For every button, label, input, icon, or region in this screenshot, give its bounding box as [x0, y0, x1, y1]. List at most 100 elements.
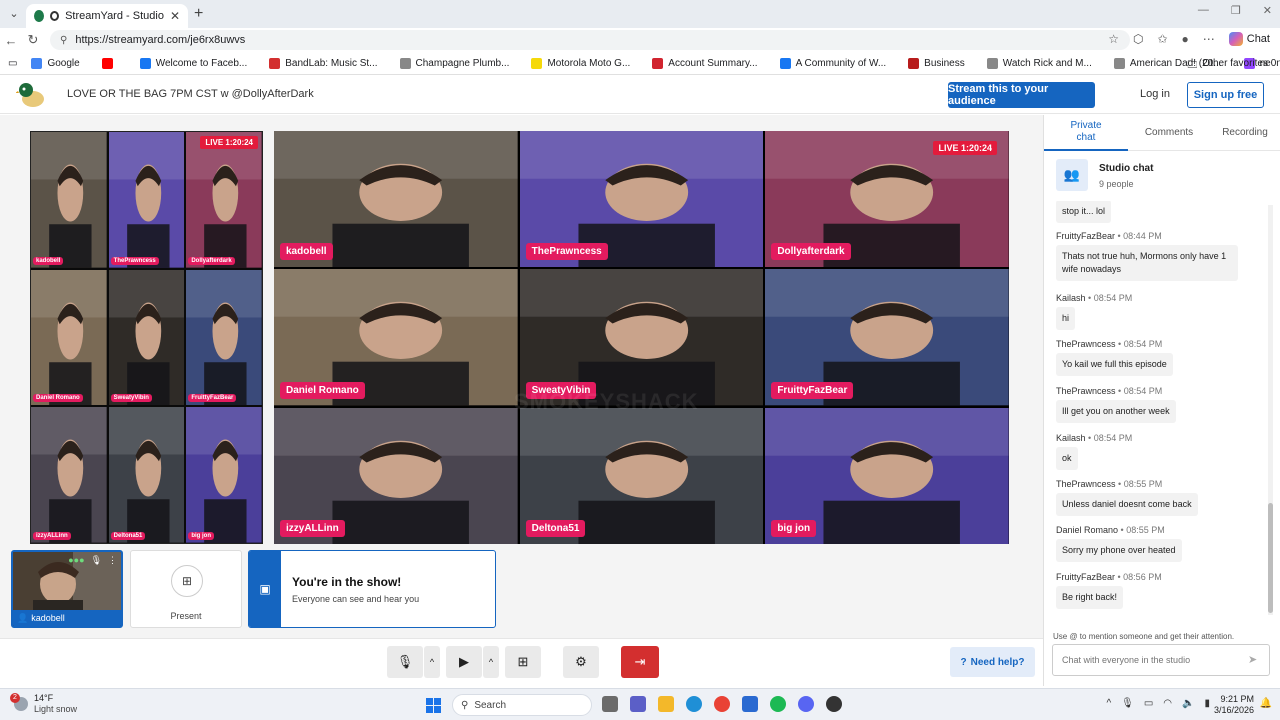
- stage-video-tile[interactable]: big jon: [765, 407, 1009, 544]
- favorites-icon[interactable]: ✩: [1157, 32, 1167, 46]
- mute-mic-button[interactable]: 🎙: [387, 646, 423, 678]
- layout-preview[interactable]: big jon Deltona51 izzyALLinn FruittyFazBear…: [30, 131, 263, 544]
- chat-messages: stop it... lol FruittyFazBear • 08:44 PM T…: [1044, 201, 1268, 621]
- close-tab-icon[interactable]: ✕: [170, 9, 180, 23]
- self-more-icon[interactable]: ⋮: [108, 555, 117, 566]
- stream-to-audience-button[interactable]: Stream this to your audience: [948, 82, 1095, 108]
- weather-widget[interactable]: 2 14°F Light snow: [10, 692, 77, 714]
- stage-video-tile[interactable]: FruittyFazBear: [765, 269, 1009, 406]
- login-link[interactable]: Log in: [1140, 88, 1170, 100]
- mini-video-tile[interactable]: Deltona51: [108, 407, 185, 543]
- chat-input[interactable]: [1052, 644, 1270, 676]
- minimize-icon[interactable]: —: [1198, 4, 1209, 17]
- bookmark-item[interactable]: Google: [31, 58, 80, 69]
- browser-tab[interactable]: StreamYard - Studio ✕: [26, 4, 188, 28]
- mini-video-tile[interactable]: Dollyafterdark: [186, 132, 262, 268]
- bookmark-item[interactable]: [101, 58, 118, 69]
- leave-studio-button[interactable]: ⇥: [621, 646, 659, 678]
- chrome-icon[interactable]: [714, 696, 730, 712]
- teams-icon[interactable]: [630, 696, 646, 712]
- app-icon[interactable]: [826, 696, 842, 712]
- file-explorer-icon[interactable]: [658, 696, 674, 712]
- taskbar-search[interactable]: ⚲ Search: [452, 694, 592, 716]
- stage-video-tile[interactable]: ThePrawncess: [519, 131, 764, 268]
- volume-icon[interactable]: 🔈: [1182, 698, 1194, 709]
- stage-video-tile[interactable]: Deltona51: [519, 407, 764, 544]
- mic-tray-icon[interactable]: 🎙: [1121, 698, 1134, 709]
- mini-video-tile[interactable]: big jon: [186, 407, 262, 543]
- present-button[interactable]: ⊞ Present: [130, 550, 242, 628]
- wifi-icon[interactable]: ◠: [1163, 698, 1172, 709]
- bookmark-item[interactable]: Business: [908, 58, 965, 69]
- need-help-button[interactable]: ? Need help?: [950, 647, 1035, 677]
- store-icon[interactable]: [742, 696, 758, 712]
- start-button[interactable]: [426, 698, 441, 713]
- site-info-icon[interactable]: ⚲: [60, 35, 67, 46]
- more-menu-icon[interactable]: ⋯: [1203, 32, 1215, 46]
- bookmark-item[interactable]: Champagne Plumb...: [399, 58, 509, 69]
- gear-icon: ⚙: [575, 654, 587, 669]
- stage-video-tile[interactable]: Daniel Romano: [274, 269, 518, 406]
- mini-video-tile[interactable]: FruittyFazBear: [186, 269, 262, 406]
- bookmark-item[interactable]: BandLab: Music St...: [269, 58, 378, 69]
- camera-options-caret[interactable]: ^: [483, 646, 499, 678]
- profile-icon[interactable]: ●: [1182, 32, 1189, 46]
- settings-button[interactable]: ⚙: [563, 646, 599, 678]
- share-screen-button[interactable]: ⊞: [505, 646, 541, 678]
- separator-dot: •: [1115, 572, 1124, 582]
- stage-video-tile[interactable]: kadobell: [274, 131, 518, 268]
- battery-icon[interactable]: ▮: [1204, 698, 1210, 709]
- edge-icon[interactable]: [686, 696, 702, 712]
- url-field[interactable]: ⚲ https://streamyard.com/je6rx8uwvs: [50, 30, 1130, 50]
- system-clock[interactable]: 9:21 PM 3/16/2026: [1214, 694, 1254, 716]
- separator-dot: •: [1085, 293, 1094, 303]
- spotify-icon[interactable]: [770, 696, 786, 712]
- other-favorites[interactable]: 🗀 Other favorites: [1187, 58, 1268, 75]
- streamyard-logo-icon: [16, 83, 44, 107]
- discord-icon[interactable]: [798, 696, 814, 712]
- reload-icon[interactable]: ↻: [22, 32, 44, 48]
- mini-video-tile[interactable]: ThePrawncess: [108, 132, 185, 268]
- self-name-bar: 👤 kadobell: [13, 610, 121, 626]
- close-window-icon[interactable]: ✕: [1263, 4, 1272, 17]
- favorite-star-icon[interactable]: ☆: [1108, 32, 1119, 46]
- task-view-icon[interactable]: [602, 696, 618, 712]
- chat-message-header: ThePrawncess • 08:54 PM: [1056, 339, 1173, 349]
- tray-chevron-icon[interactable]: ^: [1106, 698, 1111, 709]
- self-camera-tile[interactable]: ●●● 🎙 ⋮ 👤 kadobell: [11, 550, 123, 628]
- stage-video-tile[interactable]: izzyALLinn: [274, 407, 518, 544]
- back-icon[interactable]: ←: [0, 33, 22, 48]
- clock-time: 9:21 PM: [1220, 694, 1254, 704]
- bookmark-item[interactable]: Account Summary...: [652, 58, 758, 69]
- chat-message: ThePrawncess • 08:54 PM Yo kail we full t…: [1056, 339, 1173, 376]
- mini-video-tile[interactable]: kadobell: [31, 132, 107, 268]
- mic-options-caret[interactable]: ^: [424, 646, 440, 678]
- camera-button[interactable]: ▶: [446, 646, 482, 678]
- signup-button[interactable]: Sign up free: [1187, 82, 1264, 108]
- chat-tab[interactable]: Private chat: [1044, 115, 1128, 151]
- display-icon[interactable]: ▭: [1144, 698, 1153, 709]
- bookmark-item[interactable]: Watch Rick and M...: [986, 58, 1092, 69]
- bookmark-item[interactable]: Welcome to Faceb...: [139, 58, 247, 69]
- mini-video-tile[interactable]: izzyALLinn: [31, 407, 107, 543]
- studio-chat-header: 👥 Studio chat 9 people: [1054, 159, 1274, 195]
- chat-scrollbar[interactable]: [1268, 205, 1273, 615]
- notifications-icon[interactable]: 🔔: [1260, 698, 1272, 709]
- stage-video-tile[interactable]: SweatyVibin: [519, 269, 764, 406]
- chat-tab[interactable]: Recording: [1210, 115, 1280, 151]
- new-tab-icon[interactable]: +: [194, 5, 203, 23]
- mini-video-tile[interactable]: Daniel Romano: [31, 269, 107, 406]
- bookmarks-menu-icon[interactable]: ▭: [8, 58, 17, 69]
- tab-list-icon[interactable]: ⌄: [6, 6, 22, 22]
- copilot-chat-button[interactable]: Chat: [1228, 32, 1270, 46]
- chat-scrollbar-thumb[interactable]: [1268, 503, 1273, 613]
- maximize-icon[interactable]: ❐: [1231, 4, 1241, 17]
- self-mic-icon[interactable]: 🎙: [91, 555, 102, 566]
- send-icon[interactable]: ➤: [1248, 653, 1257, 666]
- mini-video-tile[interactable]: SweatyVibin: [108, 269, 185, 406]
- bookmark-item[interactable]: A Community of W...: [779, 58, 886, 69]
- bookmark-item[interactable]: Motorola Moto G...: [531, 58, 630, 69]
- chat-tab[interactable]: Comments: [1130, 115, 1208, 151]
- extensions-icon[interactable]: ⬡: [1133, 32, 1143, 46]
- bookmark-label: Motorola Moto G...: [547, 58, 631, 69]
